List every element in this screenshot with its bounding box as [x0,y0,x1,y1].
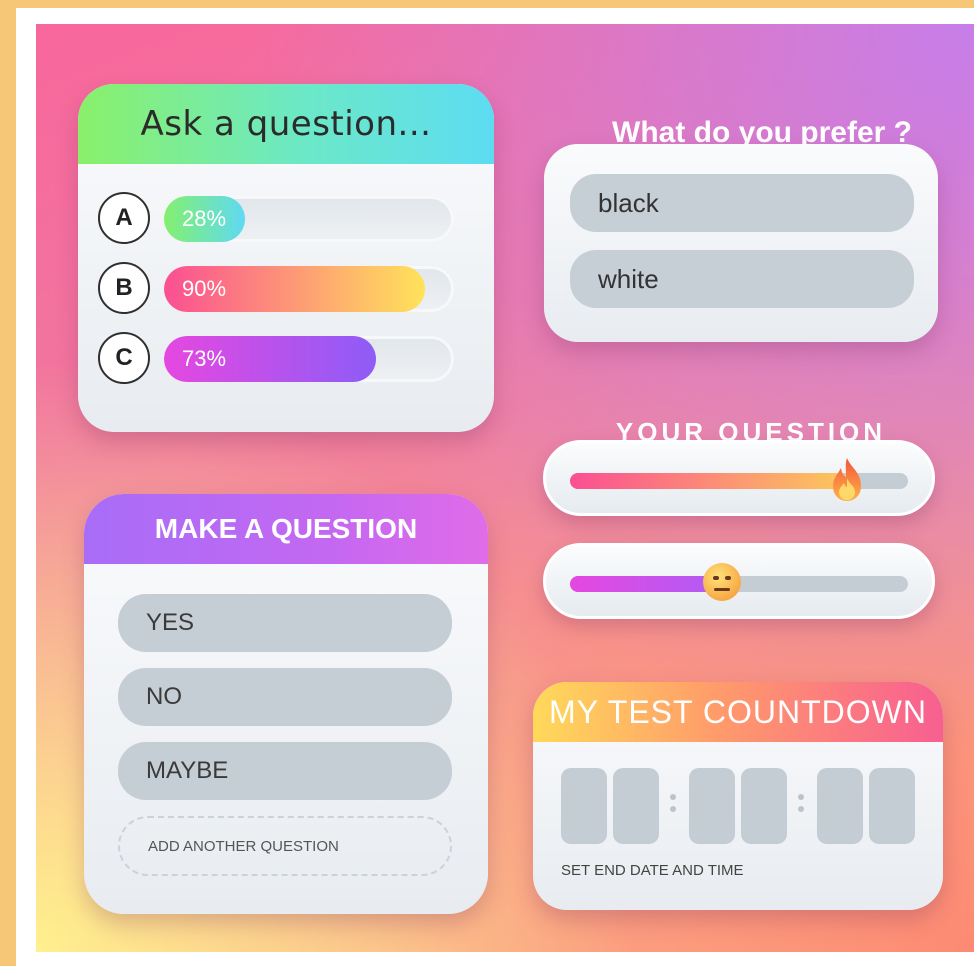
colon-separator [669,788,677,828]
countdown-card: MY TEST COUNTDOWN SET END DATE AND TIME [533,682,943,910]
digit-box[interactable] [561,768,607,844]
slider-fill [570,473,848,489]
poll-option-b[interactable]: B 90% [98,260,470,314]
add-question-button[interactable]: ADD ANOTHER QUESTION [118,816,452,876]
option-letter-b: B [98,262,150,314]
answer-option-no[interactable]: NO [118,668,452,726]
colon-separator [797,788,805,828]
poll-card: Ask a question... A 28% B 90% C 73% [78,84,494,432]
prefer-option-black[interactable]: black [570,174,914,232]
digit-box[interactable] [613,768,659,844]
poll-title: Ask a question... [78,84,494,164]
emoji-slider[interactable] [543,543,935,619]
make-question-card: MAKE A QUESTION YES NO MAYBE ADD ANOTHER… [84,494,488,914]
fire-slider[interactable] [543,440,935,516]
prefer-card: black white [544,144,938,342]
digit-box[interactable] [689,768,735,844]
poll-bar-track: 73% [164,336,454,382]
digit-box[interactable] [869,768,915,844]
gradient-canvas: Ask a question... A 28% B 90% C 73% What… [36,24,974,952]
make-question-title: MAKE A QUESTION [84,494,488,564]
countdown-label: SET END DATE AND TIME [561,862,744,879]
slider-track [570,563,908,601]
countdown-title: MY TEST COUNTDOWN [533,682,943,742]
poll-bar-fill: 73% [164,336,376,382]
slider-track [570,458,908,501]
digit-box[interactable] [817,768,863,844]
poll-percent-label: 73% [182,346,227,371]
option-letter-c: C [98,332,150,384]
poll-option-a[interactable]: A 28% [98,190,470,244]
poll-bar-track: 28% [164,196,454,242]
answer-option-maybe[interactable]: MAYBE [118,742,452,800]
poll-option-c[interactable]: C 73% [98,330,470,384]
answer-option-yes[interactable]: YES [118,594,452,652]
digit-box[interactable] [741,768,787,844]
option-letter-a: A [98,192,150,244]
poll-percent-label: 90% [182,276,227,301]
poll-bar-fill: 90% [164,266,425,312]
poll-bar-fill: 28% [164,196,246,242]
prefer-option-white[interactable]: white [570,250,914,308]
fire-icon[interactable] [824,456,870,502]
poll-percent-label: 28% [182,206,227,231]
poll-bar-track: 90% [164,266,454,312]
neutral-face-emoji-icon[interactable] [699,559,745,605]
